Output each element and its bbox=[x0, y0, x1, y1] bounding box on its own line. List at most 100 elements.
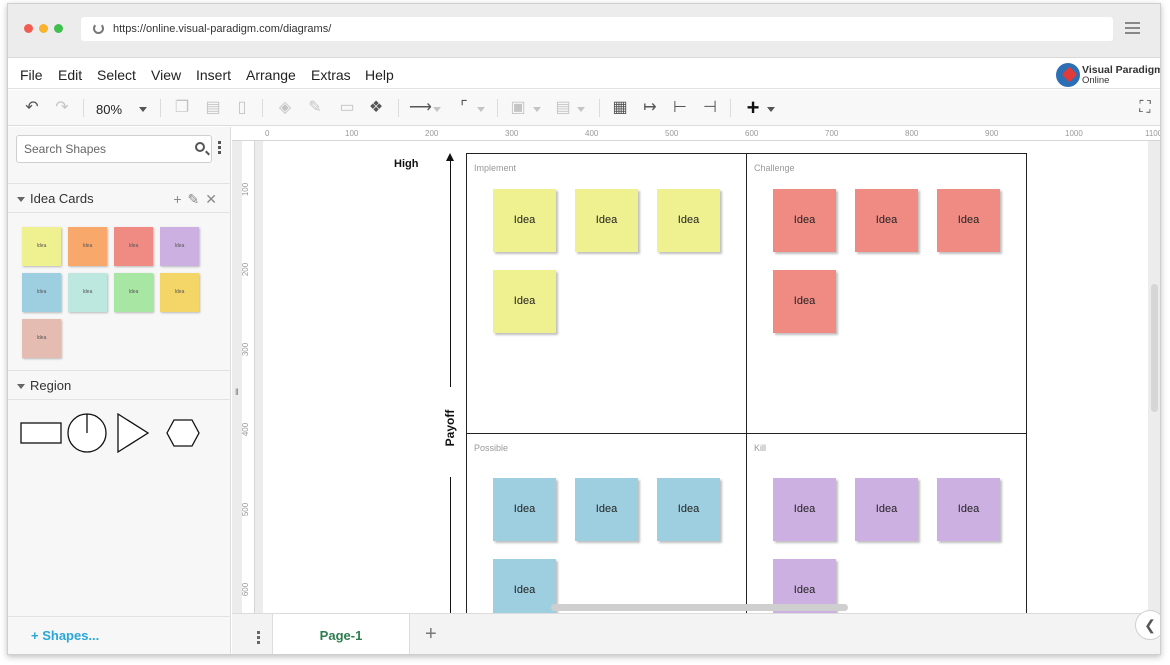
waypoint-dropdown-icon[interactable] bbox=[477, 107, 485, 112]
ruler-tick-label: 600 bbox=[745, 129, 759, 138]
browser-menu-icon[interactable] bbox=[1125, 22, 1140, 37]
horizontal-scrollbar[interactable] bbox=[551, 604, 848, 611]
axis-line-upper bbox=[450, 159, 451, 387]
idea-card-challenge[interactable]: Idea bbox=[855, 189, 918, 252]
idea-card-possible[interactable]: Idea bbox=[575, 478, 638, 541]
more-shapes-link[interactable]: + Shapes... bbox=[8, 616, 231, 654]
idea-card-swatch[interactable]: Idea bbox=[22, 273, 61, 312]
delete-icon[interactable]: ▯ bbox=[234, 98, 250, 118]
rectangle-shape[interactable] bbox=[20, 422, 62, 444]
ruler-tick-label: 600 bbox=[241, 582, 251, 597]
zoom-level[interactable]: 80% bbox=[96, 102, 122, 117]
idea-card-swatch[interactable]: Idea bbox=[160, 227, 199, 266]
idea-card-possible[interactable]: Idea bbox=[493, 559, 556, 613]
quadrant-label: Implement bbox=[474, 163, 517, 173]
menu-help[interactable]: Help bbox=[365, 67, 394, 83]
axis-line-lower bbox=[450, 477, 451, 613]
menu-arrange[interactable]: Arrange bbox=[246, 67, 296, 83]
panel-menu-icon[interactable] bbox=[218, 141, 221, 156]
connector-elbow-icon[interactable]: ⌜ bbox=[454, 98, 474, 118]
idea-card-swatch[interactable]: Idea bbox=[160, 273, 199, 312]
insert-dropdown-icon[interactable] bbox=[767, 107, 775, 112]
menu-select[interactable]: Select bbox=[97, 67, 136, 83]
idea-card-possible[interactable]: Idea bbox=[657, 478, 720, 541]
add-page-icon[interactable]: + bbox=[425, 623, 437, 646]
search-shapes-input[interactable]: Search Shapes bbox=[16, 135, 212, 163]
idea-card-kill[interactable]: Idea bbox=[855, 478, 918, 541]
idea-card-implement[interactable]: Idea bbox=[575, 189, 638, 252]
section-title: Idea Cards bbox=[30, 191, 94, 206]
idea-card-challenge[interactable]: Idea bbox=[773, 189, 836, 252]
ruler-left: 100 200 300 400 500 600 bbox=[241, 141, 255, 613]
idea-card-kill[interactable]: Idea bbox=[937, 478, 1000, 541]
canvas-area[interactable]: 0 100 200 300 400 500 600 700 800 900 1000 1100 100… bbox=[232, 127, 1161, 613]
shadow-icon[interactable]: ▭ bbox=[338, 98, 356, 118]
copy-icon[interactable]: ❐ bbox=[174, 98, 190, 118]
idea-card-implement[interactable]: Idea bbox=[657, 189, 720, 252]
quadrant-label: Kill bbox=[754, 443, 767, 453]
section-idea-cards[interactable]: Idea Cards +✎✕ bbox=[8, 183, 231, 213]
shapes-panel: Search Shapes Idea Cards +✎✕ Idea Idea Ide… bbox=[8, 127, 231, 654]
panel-resize-handle-icon[interactable]: ‖ bbox=[235, 387, 239, 397]
visual-paradigm-logo-icon bbox=[1056, 63, 1080, 87]
collapse-icon bbox=[17, 384, 25, 389]
menu-insert[interactable]: Insert bbox=[196, 67, 231, 83]
maximize-window-dot[interactable] bbox=[54, 24, 63, 33]
idea-card-challenge[interactable]: Idea bbox=[937, 189, 1000, 252]
minimize-window-dot[interactable] bbox=[39, 24, 48, 33]
menu-extras[interactable]: Extras bbox=[311, 67, 351, 83]
pages-menu-icon[interactable] bbox=[257, 631, 260, 646]
search-icon[interactable] bbox=[195, 142, 205, 152]
menu-edit[interactable]: Edit bbox=[58, 67, 82, 83]
menu-file[interactable]: File bbox=[20, 67, 43, 83]
idea-card-swatch[interactable]: Idea bbox=[22, 319, 61, 358]
section-tools[interactable]: +✎✕ bbox=[173, 184, 223, 214]
address-bar[interactable]: https://online.visual-paradigm.com/diagr… bbox=[81, 17, 1113, 41]
ruler-tick-label: 1100 bbox=[1145, 129, 1161, 138]
menu-view[interactable]: View bbox=[151, 67, 181, 83]
paste-icon[interactable]: ▤ bbox=[205, 98, 221, 118]
connector-dropdown-icon[interactable] bbox=[433, 107, 441, 112]
section-region[interactable]: Region bbox=[8, 370, 231, 400]
vertical-scrollbar[interactable] bbox=[1151, 284, 1158, 412]
close-window-dot[interactable] bbox=[24, 24, 33, 33]
arrange-front-icon[interactable]: ▣ bbox=[509, 98, 527, 118]
idea-card-swatch[interactable]: Idea bbox=[22, 227, 61, 266]
fit-page-icon[interactable]: ▦ bbox=[610, 98, 630, 118]
format-painter-icon[interactable]: ❖ bbox=[366, 98, 386, 118]
idea-card-swatch[interactable]: Idea bbox=[114, 227, 153, 266]
ruler-tick-label: 500 bbox=[241, 502, 251, 517]
redo-icon[interactable]: ↷ bbox=[52, 98, 72, 118]
tab-page-1[interactable]: Page-1 bbox=[272, 614, 410, 654]
fill-color-icon[interactable]: ◈ bbox=[276, 98, 294, 118]
diagram-page[interactable]: High Payoff Implement Challenge Possible… bbox=[263, 141, 1148, 613]
idea-card-swatch[interactable]: Idea bbox=[68, 273, 107, 312]
distribute-icon[interactable]: ⊢ bbox=[670, 98, 690, 118]
zoom-dropdown-icon[interactable] bbox=[139, 107, 147, 112]
undo-icon[interactable]: ↶ bbox=[22, 98, 42, 118]
axis-payoff-label: Payoff bbox=[443, 409, 457, 447]
insert-plus-icon[interactable]: + bbox=[743, 97, 763, 119]
ruler-tick-label: 300 bbox=[241, 342, 251, 357]
arrange-dropdown-icon[interactable] bbox=[533, 107, 541, 112]
ruler-tick-label: 900 bbox=[985, 129, 999, 138]
line-color-icon[interactable]: ✎ bbox=[306, 98, 324, 118]
layout-tree-icon[interactable]: ⊣ bbox=[700, 98, 720, 118]
hexagon-shape[interactable] bbox=[166, 419, 200, 447]
idea-card-implement[interactable]: Idea bbox=[493, 189, 556, 252]
idea-card-possible[interactable]: Idea bbox=[493, 478, 556, 541]
ruler-tick-label: 0 bbox=[265, 129, 270, 138]
align-icon[interactable]: ▤ bbox=[554, 98, 572, 118]
idea-card-swatch[interactable]: Idea bbox=[68, 227, 107, 266]
fullscreen-icon[interactable]: ⛶ bbox=[1136, 98, 1154, 118]
triangle-shape[interactable] bbox=[117, 412, 150, 454]
reload-icon[interactable] bbox=[93, 23, 104, 34]
idea-card-implement[interactable]: Idea bbox=[493, 270, 556, 333]
collapse-panel-button[interactable]: ❮ bbox=[1135, 610, 1160, 640]
idea-card-kill[interactable]: Idea bbox=[773, 478, 836, 541]
connector-straight-icon[interactable]: ⟶ bbox=[409, 98, 432, 118]
arrange-horizontal-icon[interactable]: ↦ bbox=[640, 98, 660, 118]
idea-card-challenge[interactable]: Idea bbox=[773, 270, 836, 333]
idea-card-swatch[interactable]: Idea bbox=[114, 273, 153, 312]
align-dropdown-icon[interactable] bbox=[577, 107, 585, 112]
